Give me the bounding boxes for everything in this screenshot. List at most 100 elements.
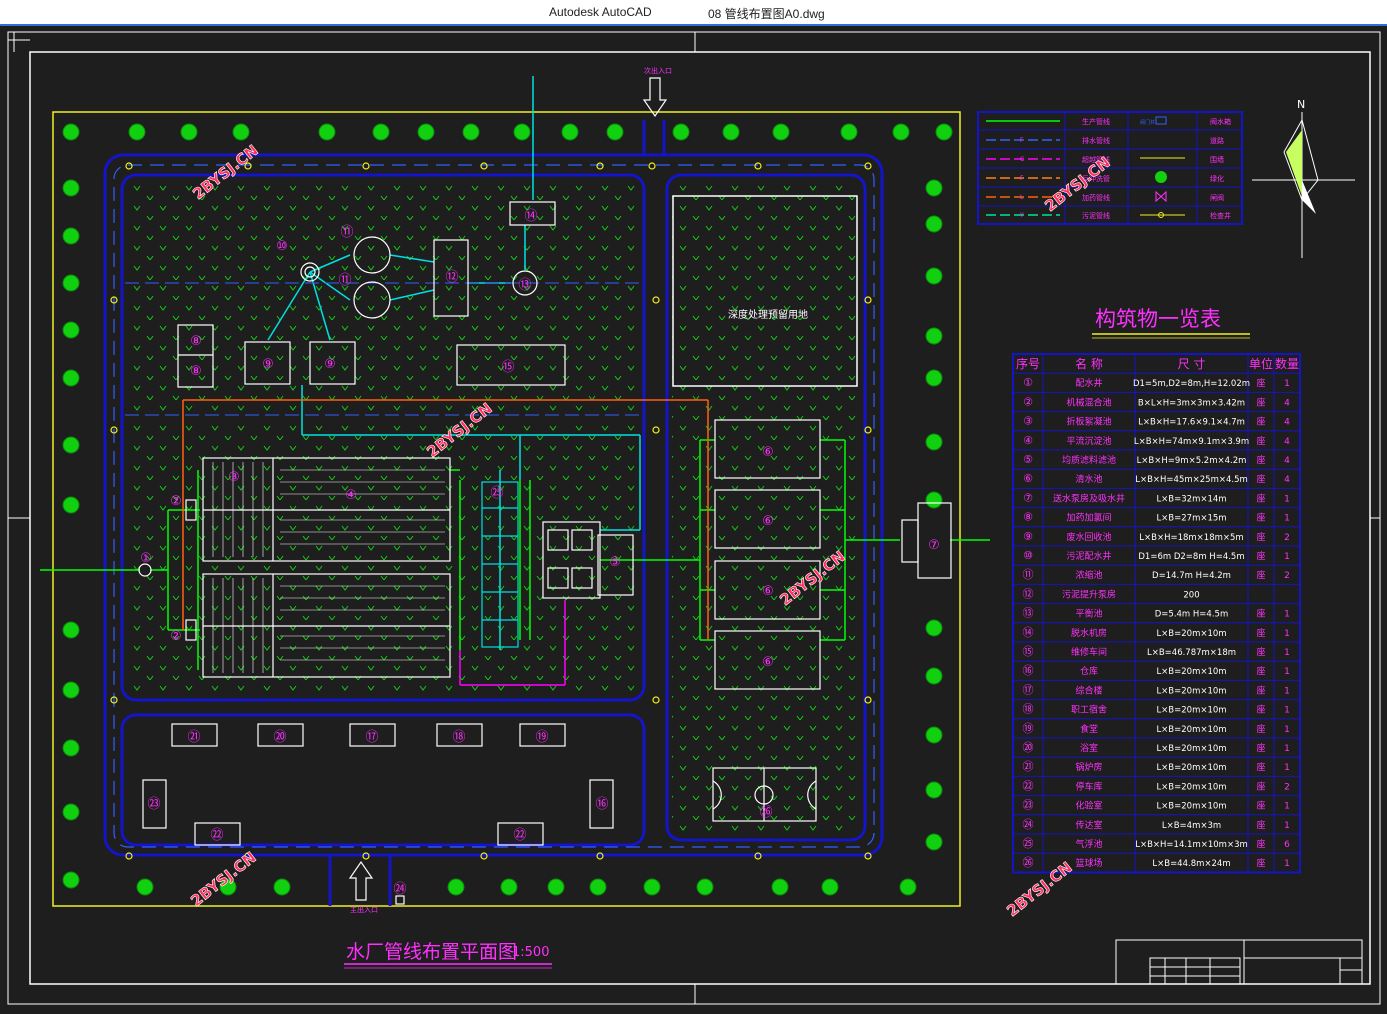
label-s13: ⑬ — [518, 278, 531, 293]
drawing-canvas[interactable]: 次出入口 主出入口 ① ② ② ③ ④ ⑤ ⑥ ⑥ ⑥ ⑥ ⑦ ⑧ ⑧ ⑨ ⑨ … — [0, 26, 1387, 1010]
label-s5: ⑤ — [609, 555, 621, 570]
label-s6d: ⑥ — [762, 655, 774, 670]
table-cell-size: L×B×H=45m×25m×4.5m — [1135, 475, 1248, 485]
table-cell-name: 综合楼 — [1075, 684, 1102, 696]
table-cell-unit: 座 — [1256, 435, 1265, 447]
legend-sym-1: 道路 — [1210, 136, 1224, 145]
table-cell-unit: 座 — [1256, 780, 1265, 792]
table-cell-no: ③ — [1023, 415, 1033, 428]
table-cell-size: D1=5m,D2=8m,H=12.02m — [1133, 379, 1250, 389]
north-arrow — [1252, 112, 1355, 258]
table-cell-unit: 座 — [1256, 761, 1265, 773]
title-bar: Autodesk AutoCAD 08 管线布置图A0.dwg — [0, 0, 1387, 24]
table-cell-unit: 座 — [1256, 627, 1265, 639]
table-cell-name: 废水回收池 — [1066, 531, 1111, 543]
table-header-cell: 单位 — [1249, 356, 1273, 371]
table-cell-size: L×B=20m×10m — [1156, 782, 1226, 792]
table-cell-qty: 1 — [1284, 552, 1290, 562]
label-s6c: ⑥ — [762, 584, 774, 599]
table-cell-qty: 2 — [1284, 571, 1290, 581]
entrance-arrow-bottom — [348, 860, 374, 901]
table-cell-name: 配水井 — [1075, 377, 1102, 389]
legend-pipe-4: 加药管线 — [1082, 193, 1110, 202]
table-cell-name: 污泥配水井 — [1066, 550, 1111, 562]
label-s2b: ② — [170, 629, 182, 644]
label-s19: ⑲ — [535, 730, 548, 745]
label-s23: ㉓ — [147, 797, 160, 812]
table-title: 构筑物一览表 — [1095, 307, 1221, 331]
label-s14: ⑭ — [524, 209, 537, 224]
table-cell-no: ① — [1023, 376, 1033, 389]
legend-sym-4: 闸阀 — [1210, 193, 1224, 202]
cad-drawing: 次出入口 主出入口 ① ② ② ③ ④ ⑤ ⑥ ⑥ ⑥ ⑥ ⑦ ⑧ ⑧ ⑨ ⑨ … — [7, 31, 1381, 1005]
table-cell-size: L×B=32m×14m — [1156, 494, 1226, 504]
label-s8b: ⑧ — [190, 364, 202, 379]
label-s22a: ㉒ — [210, 828, 223, 843]
table-cell-name: 脱水机房 — [1071, 627, 1107, 639]
table-cell-no: ⑤ — [1023, 453, 1033, 466]
legend-valve-label: 阀门井 — [1140, 119, 1155, 126]
table-cell-no: ⑦ — [1023, 491, 1033, 504]
table-cell-size: D=14.7m H=4.2m — [1152, 571, 1231, 581]
table-cell-name: 折板絮凝池 — [1066, 416, 1111, 428]
table-cell-qty: 4 — [1284, 418, 1290, 428]
label-s9b: ⑨ — [324, 357, 336, 372]
table-cell-no: ⑰ — [1023, 683, 1034, 696]
table-cell-no: ㉑ — [1023, 760, 1034, 773]
north-label: N — [1297, 98, 1305, 111]
table-cell-no: ㉕ — [1023, 837, 1034, 850]
table-cell-qty: 1 — [1284, 667, 1290, 677]
legend-code-3: F — [1020, 175, 1024, 182]
table-cell-size: L×B×H=74m×9.1m×3.9m — [1134, 437, 1249, 447]
table-cell-size: L×B=20m×10m — [1156, 725, 1226, 735]
legend-code-2: C — [1020, 156, 1024, 163]
table-cell-no: ㉓ — [1023, 799, 1034, 812]
file-name: 08 管线布置图A0.dwg — [708, 7, 825, 21]
table-cell-name: 停车库 — [1075, 780, 1102, 792]
table-cell-unit: 座 — [1256, 473, 1265, 485]
table-cell-qty: 1 — [1284, 629, 1290, 639]
table-cell-size: D1=6m D2=8m H=4.5m — [1138, 552, 1244, 562]
table-cell-name: 均质滤料滤池 — [1062, 454, 1116, 466]
label-s11b: ⑪ — [338, 273, 351, 288]
watermark-6: 2BYSJ.CN — [1003, 858, 1075, 920]
table-cell-unit: 座 — [1256, 857, 1265, 869]
table-cell-name: 污泥提升泵房 — [1062, 588, 1116, 600]
table-cell-name: 食堂 — [1080, 723, 1098, 735]
table-cell-name: 机械混合池 — [1066, 396, 1111, 408]
table-cell-unit: 座 — [1256, 704, 1265, 716]
table-cell-name: 平流沉淀池 — [1066, 435, 1111, 447]
table-cell-qty: 4 — [1284, 398, 1290, 408]
table-cell-unit: 座 — [1256, 569, 1265, 581]
table-header-cell: 数量 — [1275, 356, 1299, 371]
table-cell-size: L×B=4m×3m — [1162, 821, 1221, 831]
label-s16: ⑯ — [595, 797, 608, 812]
entrance-bottom-label: 主出入口 — [350, 905, 378, 914]
table-cell-unit: 座 — [1256, 512, 1265, 524]
label-s25: ㉕ — [490, 486, 503, 501]
table-cell-unit: 座 — [1256, 684, 1265, 696]
table-cell-size: L×B=20m×10m — [1156, 802, 1226, 812]
table-cell-size: L×B×H=18m×18m×5m — [1139, 533, 1243, 543]
table-cell-no: ⑭ — [1023, 626, 1034, 639]
table-cell-size: L×B=46.787m×18m — [1147, 648, 1236, 658]
legend-code-5: Y — [1019, 212, 1024, 219]
legend-sym-0: 阀水箱 — [1210, 117, 1231, 126]
table-cell-size: L×B=20m×10m — [1156, 763, 1226, 773]
table-cell-unit: 座 — [1256, 492, 1265, 504]
label-s11a: ⑪ — [340, 225, 353, 240]
table-cell-qty: 1 — [1284, 514, 1290, 524]
entrance-top-label: 次出入口 — [644, 66, 672, 75]
label-s2a: ② — [170, 494, 182, 509]
app-name: Autodesk AutoCAD — [549, 5, 652, 19]
table-cell-no: ㉖ — [1023, 856, 1034, 869]
table-cell-size: B×L×H=3m×3m×3.42m — [1138, 398, 1245, 408]
entrance-arrow-top — [642, 77, 668, 118]
table-cell-unit: 座 — [1256, 646, 1265, 658]
table-cell-unit: 座 — [1256, 608, 1265, 620]
table-cell-qty: 2 — [1284, 533, 1290, 543]
table-cell-qty: 1 — [1284, 494, 1290, 504]
table-cell-unit: 座 — [1256, 800, 1265, 812]
label-s9a: ⑨ — [262, 357, 274, 372]
table-cell-qty: 1 — [1284, 802, 1290, 812]
